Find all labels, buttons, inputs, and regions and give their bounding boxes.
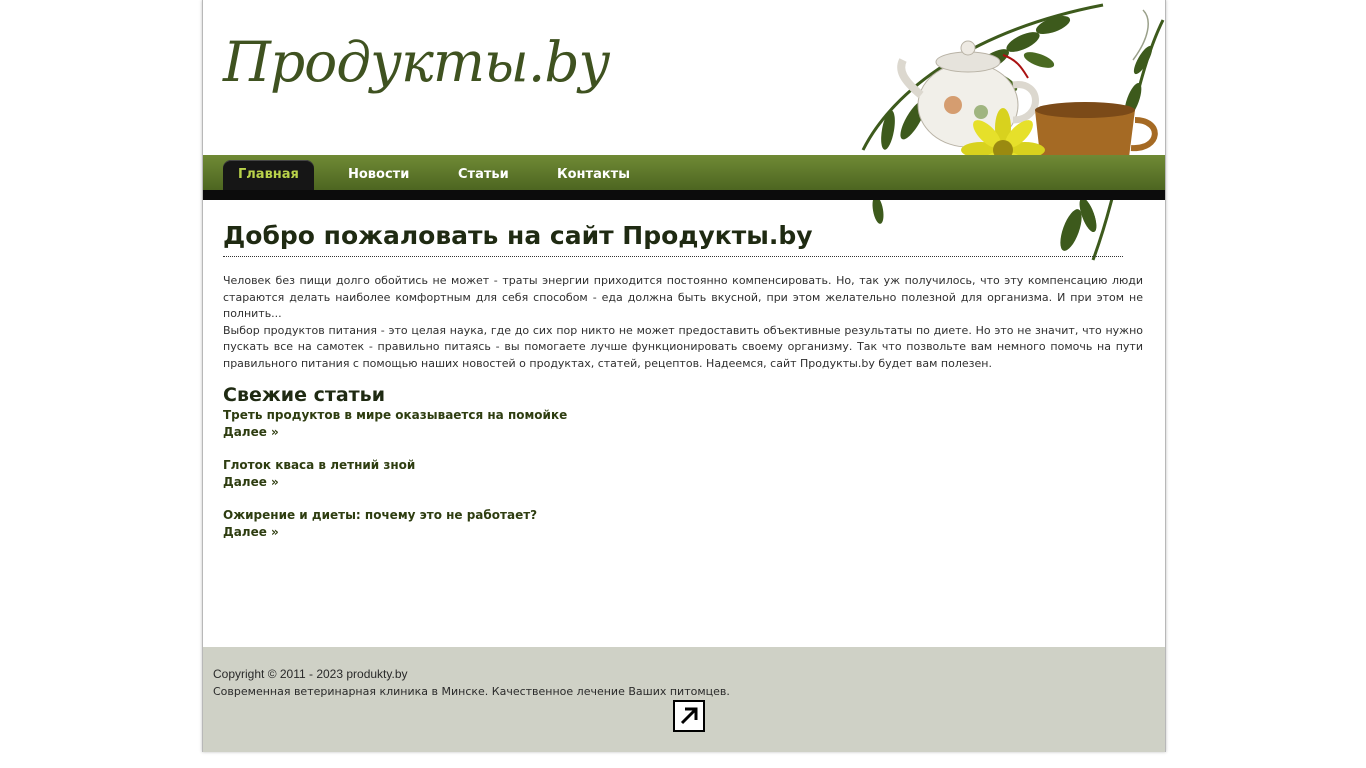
copyright-text: Copyright © 2011 - 2023 produkty.by (213, 667, 408, 681)
article-title-link[interactable]: Ожирение и диеты: почему это не работает… (223, 507, 1143, 524)
arrow-up-right-icon (680, 707, 698, 725)
fresh-articles-heading: Свежие статьи (223, 384, 386, 406)
site-logo[interactable]: Продукты.by (223, 30, 610, 94)
list-item: Треть продуктов в мире оказывается на по… (223, 407, 1143, 441)
list-item: Глоток кваса в летний зной Далее » (223, 457, 1143, 491)
counter-badge[interactable] (673, 700, 705, 732)
read-more-link[interactable]: Далее » (223, 424, 1143, 441)
nav-bottom-stripe (203, 190, 1165, 200)
page-title: Добро пожаловать на сайт Продукты.by (223, 221, 1123, 257)
intro-text: Человек без пищи долго обойтись не может… (223, 273, 1143, 372)
list-item: Ожирение и диеты: почему это не работает… (223, 507, 1143, 541)
fresh-articles-list: Треть продуктов в мире оказывается на по… (223, 407, 1143, 541)
nav-item-home[interactable]: Главная (223, 160, 314, 190)
footer-ad-link[interactable]: Современная ветеринарная клиника в Минск… (213, 685, 730, 698)
intro-paragraph: Выбор продуктов питания - это целая наук… (223, 323, 1143, 370)
article-title-link[interactable]: Глоток кваса в летний зной (223, 457, 1143, 474)
read-more-link[interactable]: Далее » (223, 474, 1143, 491)
nav-item-news[interactable]: Новости (348, 160, 409, 190)
nav-item-articles[interactable]: Статьи (458, 160, 509, 190)
page-container: Продукты.by Главная Новости Статьи Конта… (202, 0, 1166, 752)
main-content: Добро пожаловать на сайт Продукты.by Чел… (223, 215, 1143, 557)
article-title-link[interactable]: Треть продуктов в мире оказывается на по… (223, 407, 1143, 424)
intro-paragraph: Человек без пищи долго обойтись не может… (223, 274, 1143, 320)
read-more-link[interactable]: Далее » (223, 524, 1143, 541)
nav-item-contacts[interactable]: Контакты (557, 160, 630, 190)
site-footer: Copyright © 2011 - 2023 produkty.by Совр… (203, 647, 1165, 752)
